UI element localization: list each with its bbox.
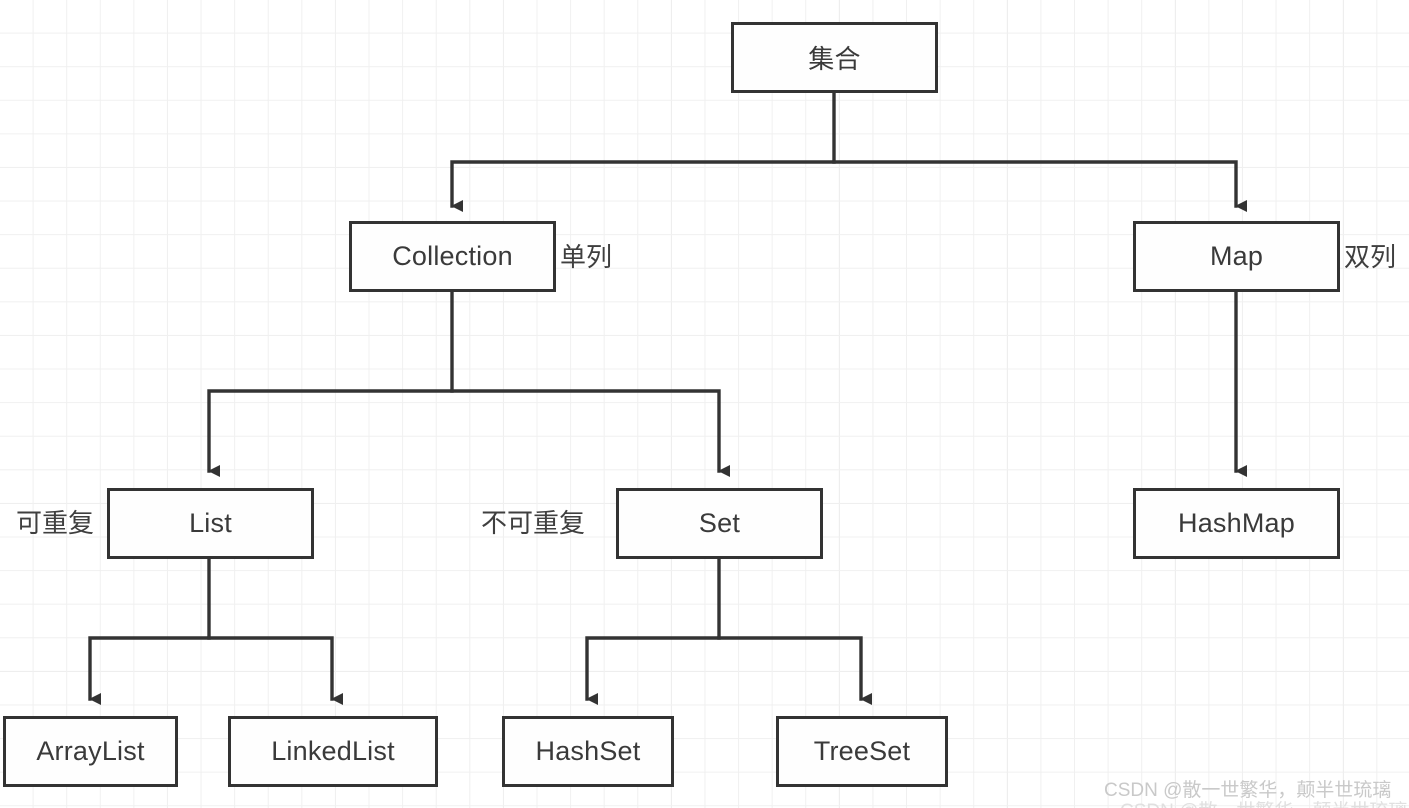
node-set[interactable]: Set [616, 488, 823, 559]
edge-set-to-hashset [585, 556, 721, 705]
edge-collection-to-list [207, 290, 454, 477]
node-treeset[interactable]: TreeSet [776, 716, 948, 787]
edge-set-to-treeset [717, 636, 872, 705]
edge-list-to-arraylist [88, 556, 211, 705]
watermark-csdn-echo: CSDN @散一世繁华，颠半世琉璃 [1120, 800, 1407, 808]
edge-root-to-collection [450, 91, 836, 212]
label-map-shuanglie: 双列 [1344, 242, 1397, 272]
node-collection[interactable]: Collection [349, 221, 556, 292]
edge-collection-to-set [450, 389, 730, 477]
label-set-bukechongfu: 不可重复 [481, 508, 586, 538]
label-list-kechongfu: 可重复 [16, 508, 95, 538]
node-arraylist[interactable]: ArrayList [3, 716, 178, 787]
node-list[interactable]: List [107, 488, 314, 559]
edge-layer [88, 91, 1247, 705]
node-hashset[interactable]: HashSet [502, 716, 674, 787]
node-hashmap[interactable]: HashMap [1133, 488, 1340, 559]
node-linkedlist[interactable]: LinkedList [228, 716, 438, 787]
edge-root-to-map [832, 160, 1247, 212]
diagram-canvas: 集合 Collection 单列 Map 双列 可重复 List 不可重复 Se… [0, 0, 1409, 808]
node-root-jihe[interactable]: 集合 [731, 22, 938, 93]
edge-list-to-linkedlist [207, 636, 343, 705]
node-map[interactable]: Map [1133, 221, 1340, 292]
label-collection-danlie: 单列 [560, 242, 613, 272]
